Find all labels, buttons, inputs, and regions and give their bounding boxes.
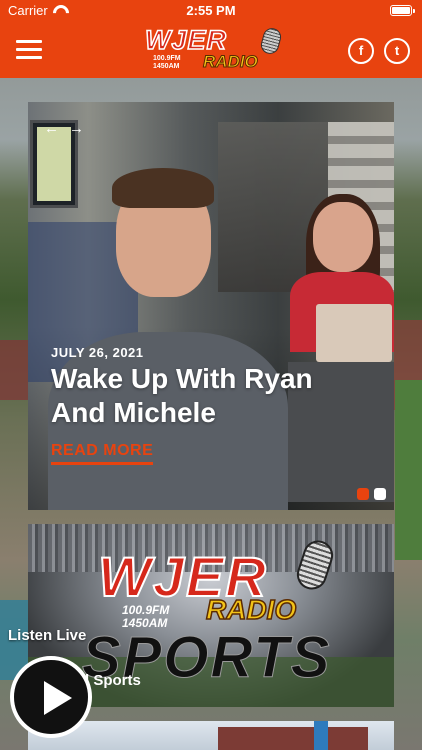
app-header: Carrier 2:55 PM WJER 100.9FM 1450AM RADI…: [0, 0, 422, 78]
logo-freq-fm: 100.9FM: [153, 55, 181, 62]
photo-cohost-face: [313, 202, 373, 272]
arrow-left-icon[interactable]: ←: [44, 120, 59, 137]
logo-radio-word: RADIO: [203, 52, 259, 72]
listen-live-label: Listen Live: [8, 627, 87, 644]
sports-logo-radio-word: RADIO: [205, 593, 297, 626]
twitter-icon[interactable]: t: [384, 38, 410, 64]
show-title: Wake Up With Ryan And Michele: [51, 363, 313, 428]
preview-sign: [314, 721, 328, 750]
menu-line: [16, 56, 42, 59]
photo-host-hair: [112, 168, 214, 208]
carousel-dot-active[interactable]: [357, 488, 369, 500]
play-button[interactable]: [10, 656, 92, 738]
preview-building: [218, 727, 368, 750]
next-card-preview[interactable]: [28, 721, 394, 750]
background-field: [395, 380, 422, 560]
photo-laptop: [316, 304, 392, 362]
status-bar: Carrier 2:55 PM: [0, 0, 422, 22]
logo-freq-am: 1450AM: [153, 63, 180, 70]
menu-line: [16, 40, 42, 43]
status-time: 2:55 PM: [186, 3, 236, 18]
play-icon: [44, 681, 72, 715]
menu-line: [16, 48, 42, 51]
read-more-link[interactable]: READ MORE: [51, 442, 154, 465]
logo-frequencies: 100.9FM 1450AM: [153, 55, 181, 71]
facebook-icon[interactable]: f: [348, 38, 374, 64]
carousel-dots: [357, 488, 386, 500]
microphone-icon: [258, 26, 284, 56]
battery-icon: [390, 5, 415, 16]
show-date: JULY 26, 2021: [51, 345, 144, 360]
arrow-right-icon[interactable]: →: [69, 120, 84, 137]
featured-show-card[interactable]: ← → JULY 26, 2021 Wake Up With Ryan And …: [28, 102, 394, 510]
carousel-dot[interactable]: [374, 488, 386, 500]
carousel-arrows: ← →: [44, 120, 84, 137]
station-logo[interactable]: WJER 100.9FM 1450AM RADIO: [144, 24, 284, 73]
hamburger-icon[interactable]: [16, 40, 42, 60]
